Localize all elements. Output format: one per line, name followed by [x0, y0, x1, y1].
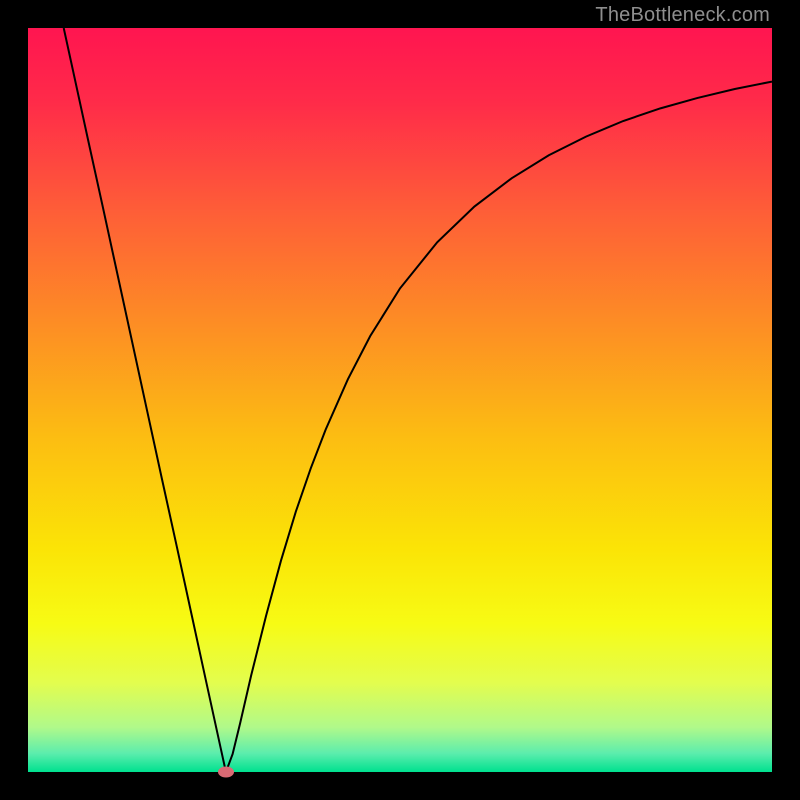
watermark-text: TheBottleneck.com	[595, 4, 770, 27]
bottleneck-chart	[28, 28, 772, 772]
plot-frame	[28, 28, 772, 772]
gradient-background	[28, 28, 772, 772]
optimum-marker	[218, 767, 234, 778]
